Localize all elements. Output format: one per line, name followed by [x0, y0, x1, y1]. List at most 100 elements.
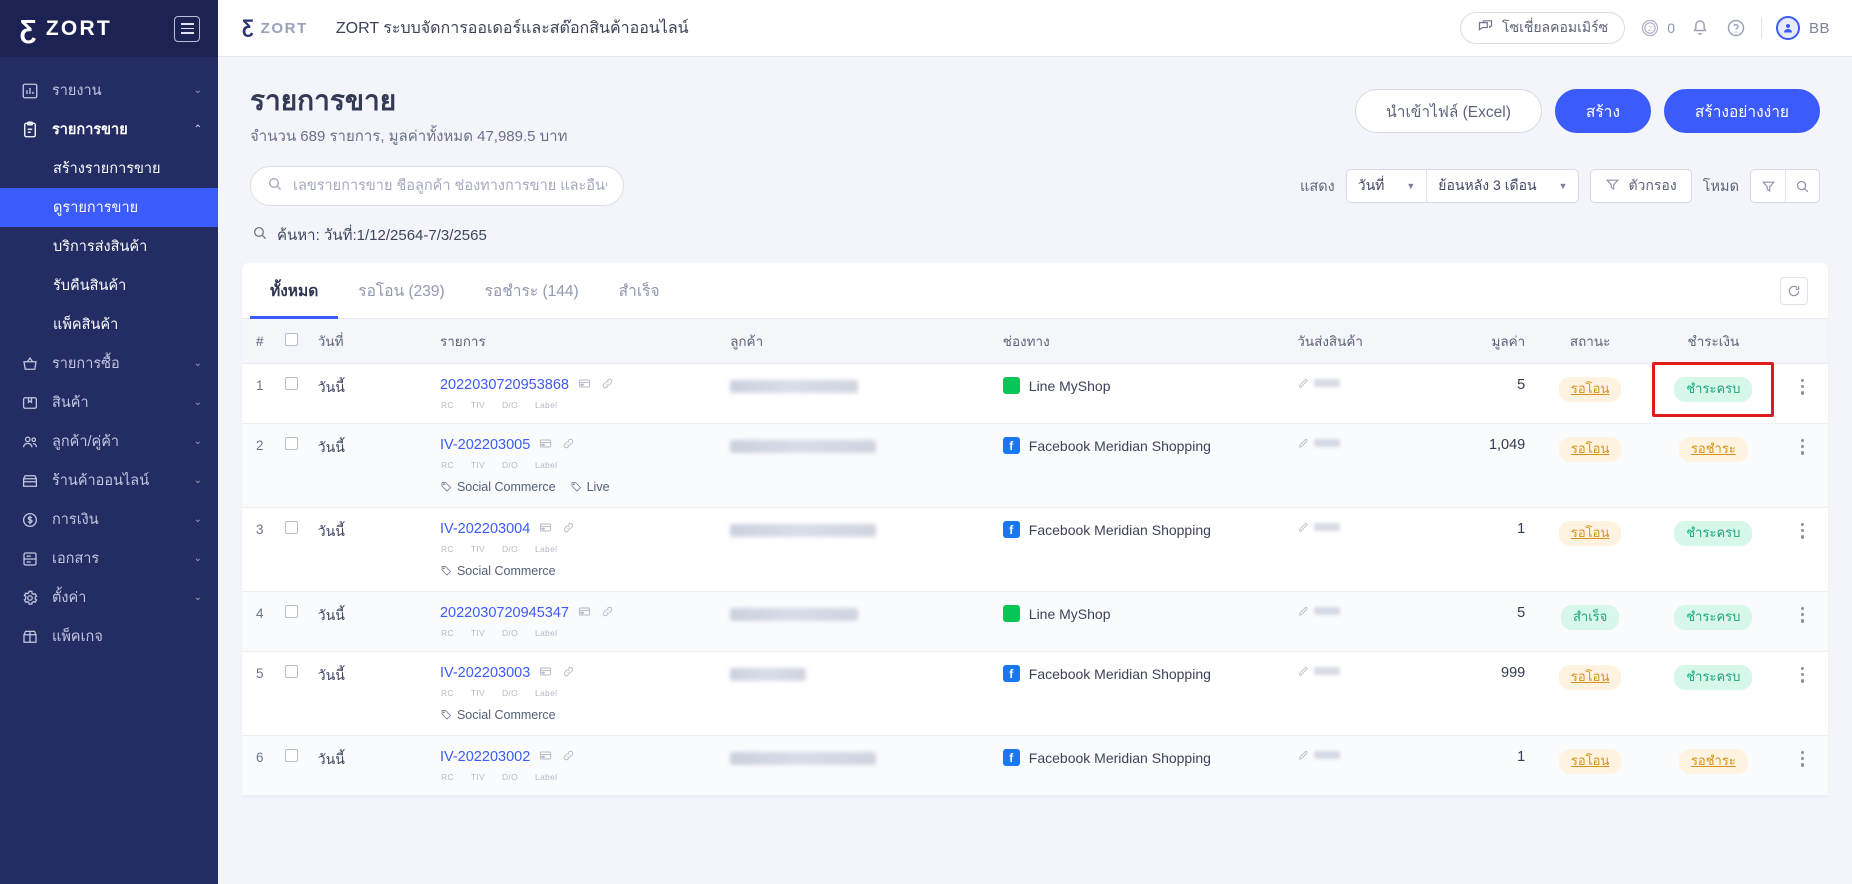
tab-completed[interactable]: สำเร็จ: [599, 263, 680, 319]
row-checkbox[interactable]: [285, 521, 298, 534]
subcode[interactable]: TIV: [471, 772, 485, 782]
row-actions-menu[interactable]: [1784, 521, 1822, 539]
link-icon[interactable]: [600, 605, 615, 621]
search-input[interactable]: [293, 178, 607, 194]
subcode[interactable]: D/O: [502, 688, 518, 698]
status-badge[interactable]: รอโอน: [1559, 749, 1621, 774]
tab-all[interactable]: ทั้งหมด: [250, 263, 338, 319]
receipt-icon[interactable]: [538, 437, 553, 453]
hamburger-icon[interactable]: [174, 16, 200, 42]
link-icon[interactable]: [561, 665, 576, 681]
field-select[interactable]: วันที่ ▼: [1347, 170, 1427, 202]
subcode[interactable]: RC: [441, 688, 454, 698]
sidebar-item-finance[interactable]: การเงิน ⌄: [0, 500, 218, 539]
receipt-icon[interactable]: [577, 605, 592, 621]
tab-awaiting-transfer[interactable]: รอโอน (239): [338, 263, 464, 319]
sidebar-item-sales[interactable]: รายการขาย ⌃: [0, 110, 218, 149]
document-link[interactable]: IV-202203004: [440, 521, 530, 537]
subcode[interactable]: RC: [441, 772, 454, 782]
subcode[interactable]: RC: [441, 460, 454, 470]
subcode[interactable]: D/O: [502, 460, 518, 470]
search-box[interactable]: [250, 166, 624, 206]
receipt-icon[interactable]: [538, 665, 553, 681]
th-channel[interactable]: ช่องทาง: [997, 319, 1292, 364]
sidebar-subitem-packing[interactable]: แพ็คสินค้า: [0, 305, 218, 344]
row-actions-menu[interactable]: [1784, 749, 1822, 767]
topbar-brand[interactable]: Ƹ ZORT: [242, 17, 308, 39]
mode-search-icon[interactable]: [1785, 170, 1819, 202]
th-value[interactable]: มูลค่า: [1427, 319, 1532, 364]
payment-badge[interactable]: ชำระครบ: [1674, 377, 1752, 402]
table-row[interactable]: 4 วันนี้ 2022030720945347 RCTIVD/OLabel …: [242, 592, 1828, 652]
row-actions-menu[interactable]: [1784, 377, 1822, 395]
link-icon[interactable]: [561, 749, 576, 765]
receipt-icon[interactable]: [538, 521, 553, 537]
subcode[interactable]: TIV: [471, 400, 485, 410]
th-select-all[interactable]: [279, 319, 312, 364]
sidebar-subitem-shipping[interactable]: บริการส่งสินค้า: [0, 227, 218, 266]
sidebar-subitem-create-sale[interactable]: สร้างรายการขาย: [0, 149, 218, 188]
subcode[interactable]: D/O: [502, 400, 518, 410]
subcode[interactable]: Label: [535, 544, 557, 554]
table-row[interactable]: 5 วันนี้ IV-202203003 RCTIVD/OLabel Soci…: [242, 652, 1828, 736]
table-row[interactable]: 1 วันนี้ 2022030720953868 RCTIVD/OLabel …: [242, 364, 1828, 424]
sidebar-item-settings[interactable]: ตั้งค่า ⌄: [0, 578, 218, 617]
sidebar-item-package[interactable]: แพ็คเกจ: [0, 617, 218, 656]
th-date[interactable]: วันที่: [312, 319, 434, 364]
status-badge[interactable]: รอโอน: [1559, 377, 1621, 402]
sidebar-item-reports[interactable]: รายงาน ⌄: [0, 71, 218, 110]
document-link[interactable]: IV-202203003: [440, 665, 530, 681]
sidebar-item-purchases[interactable]: รายการซื้อ ⌄: [0, 344, 218, 383]
sidebar-subitem-view-sales[interactable]: ดูรายการขาย: [0, 188, 218, 227]
import-excel-button[interactable]: นำเข้าไฟล์ (Excel): [1355, 89, 1542, 133]
th-payment[interactable]: ชำระเงิน: [1649, 319, 1778, 364]
link-icon[interactable]: [561, 437, 576, 453]
subcode[interactable]: Label: [535, 688, 557, 698]
payment-badge[interactable]: ชำระครบ: [1674, 521, 1752, 546]
subcode[interactable]: TIV: [471, 688, 485, 698]
subcode[interactable]: RC: [441, 628, 454, 638]
edit-ship-date-button[interactable]: [1297, 749, 1420, 761]
sidebar-item-customers[interactable]: ลูกค้า/คู่ค้า ⌄: [0, 422, 218, 461]
edit-ship-date-button[interactable]: [1297, 605, 1420, 617]
table-row[interactable]: 6 วันนี้ IV-202203002 RCTIVD/OLabel f Fa…: [242, 736, 1828, 796]
row-actions-menu[interactable]: [1784, 605, 1822, 623]
subcode[interactable]: RC: [441, 544, 454, 554]
tag-chip[interactable]: Live: [570, 480, 610, 494]
subcode[interactable]: TIV: [471, 544, 485, 554]
create-simple-button[interactable]: สร้างอย่างง่าย: [1664, 89, 1820, 133]
edit-ship-date-button[interactable]: [1297, 665, 1420, 677]
sidebar-item-online-store[interactable]: ร้านค้าออนไลน์ ⌄: [0, 461, 218, 500]
sidebar-item-products[interactable]: สินค้า ⌄: [0, 383, 218, 422]
sidebar-item-documents[interactable]: เอกสาร ⌄: [0, 539, 218, 578]
document-link[interactable]: 2022030720945347: [440, 605, 569, 621]
refresh-button[interactable]: [1780, 277, 1808, 305]
status-badge[interactable]: รอโอน: [1559, 437, 1621, 462]
subcode[interactable]: Label: [535, 628, 557, 638]
link-icon[interactable]: [561, 521, 576, 537]
status-badge[interactable]: สำเร็จ: [1561, 605, 1619, 630]
th-customer[interactable]: ลูกค้า: [724, 319, 997, 364]
row-checkbox[interactable]: [285, 377, 298, 390]
status-badge[interactable]: รอโอน: [1559, 665, 1621, 690]
subcode[interactable]: TIV: [471, 460, 485, 470]
user-menu[interactable]: BB: [1776, 16, 1830, 40]
subcode[interactable]: D/O: [502, 544, 518, 554]
bell-icon[interactable]: [1689, 17, 1711, 39]
link-icon[interactable]: [600, 377, 615, 393]
row-checkbox[interactable]: [285, 749, 298, 762]
tag-chip[interactable]: Social Commerce: [440, 564, 556, 578]
credit-indicator[interactable]: Z 0: [1639, 17, 1675, 39]
status-badge[interactable]: รอโอน: [1559, 521, 1621, 546]
subcode[interactable]: Label: [535, 772, 557, 782]
payment-badge[interactable]: รอชำระ: [1679, 437, 1748, 462]
subcode[interactable]: D/O: [502, 628, 518, 638]
document-link[interactable]: IV-202203002: [440, 749, 530, 765]
th-ship-date[interactable]: วันส่งสินค้า: [1291, 319, 1426, 364]
th-status[interactable]: สถานะ: [1531, 319, 1649, 364]
social-commerce-button[interactable]: โซเชี่ยลคอมเมิร์ซ: [1460, 12, 1625, 44]
table-row[interactable]: 2 วันนี้ IV-202203005 RCTIVD/OLabel Soci…: [242, 424, 1828, 508]
sidebar-brand[interactable]: Ƹ ZORT: [0, 0, 218, 57]
subcode[interactable]: Label: [535, 400, 557, 410]
row-checkbox[interactable]: [285, 605, 298, 618]
